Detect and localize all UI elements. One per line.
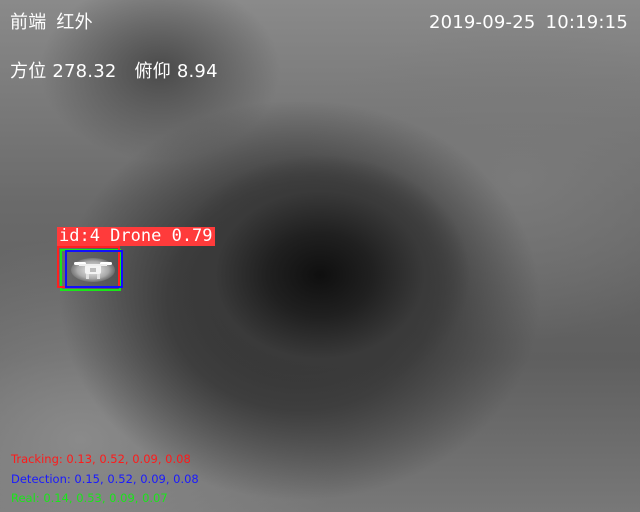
date-text: 2019-09-25 bbox=[428, 12, 536, 33]
source-text: 前端 bbox=[10, 12, 47, 33]
detection-label: id:4 Drone 0.79 bbox=[57, 226, 215, 246]
time-text: 10:19:15 bbox=[545, 12, 628, 33]
infrared-video-frame: 前端 红外 2019-09-25 10:19:15 方位 278.32 俯仰 8.94… bbox=[0, 0, 640, 512]
detection-legend: Detection: 0.15, 0.52, 0.09, 0.08 bbox=[11, 472, 199, 486]
timestamp: 2019-09-25 10:19:15 bbox=[429, 14, 628, 32]
pitch-value: 8.94 bbox=[176, 61, 218, 82]
mode-text: 红外 bbox=[56, 12, 93, 33]
gimbal-angles: 方位 278.32 俯仰 8.94 bbox=[10, 63, 218, 81]
real-legend: Real: 0.14, 0.53, 0.09, 0.07 bbox=[11, 491, 168, 505]
pitch-label: 俯仰 bbox=[134, 61, 171, 82]
camera-source-label: 前端 红外 bbox=[10, 14, 93, 32]
tracking-legend: Tracking: 0.13, 0.52, 0.09, 0.08 bbox=[11, 452, 191, 466]
azimuth-value: 278.32 bbox=[52, 61, 117, 82]
azimuth-label: 方位 bbox=[10, 61, 47, 82]
detection-bounding-box bbox=[65, 250, 123, 288]
